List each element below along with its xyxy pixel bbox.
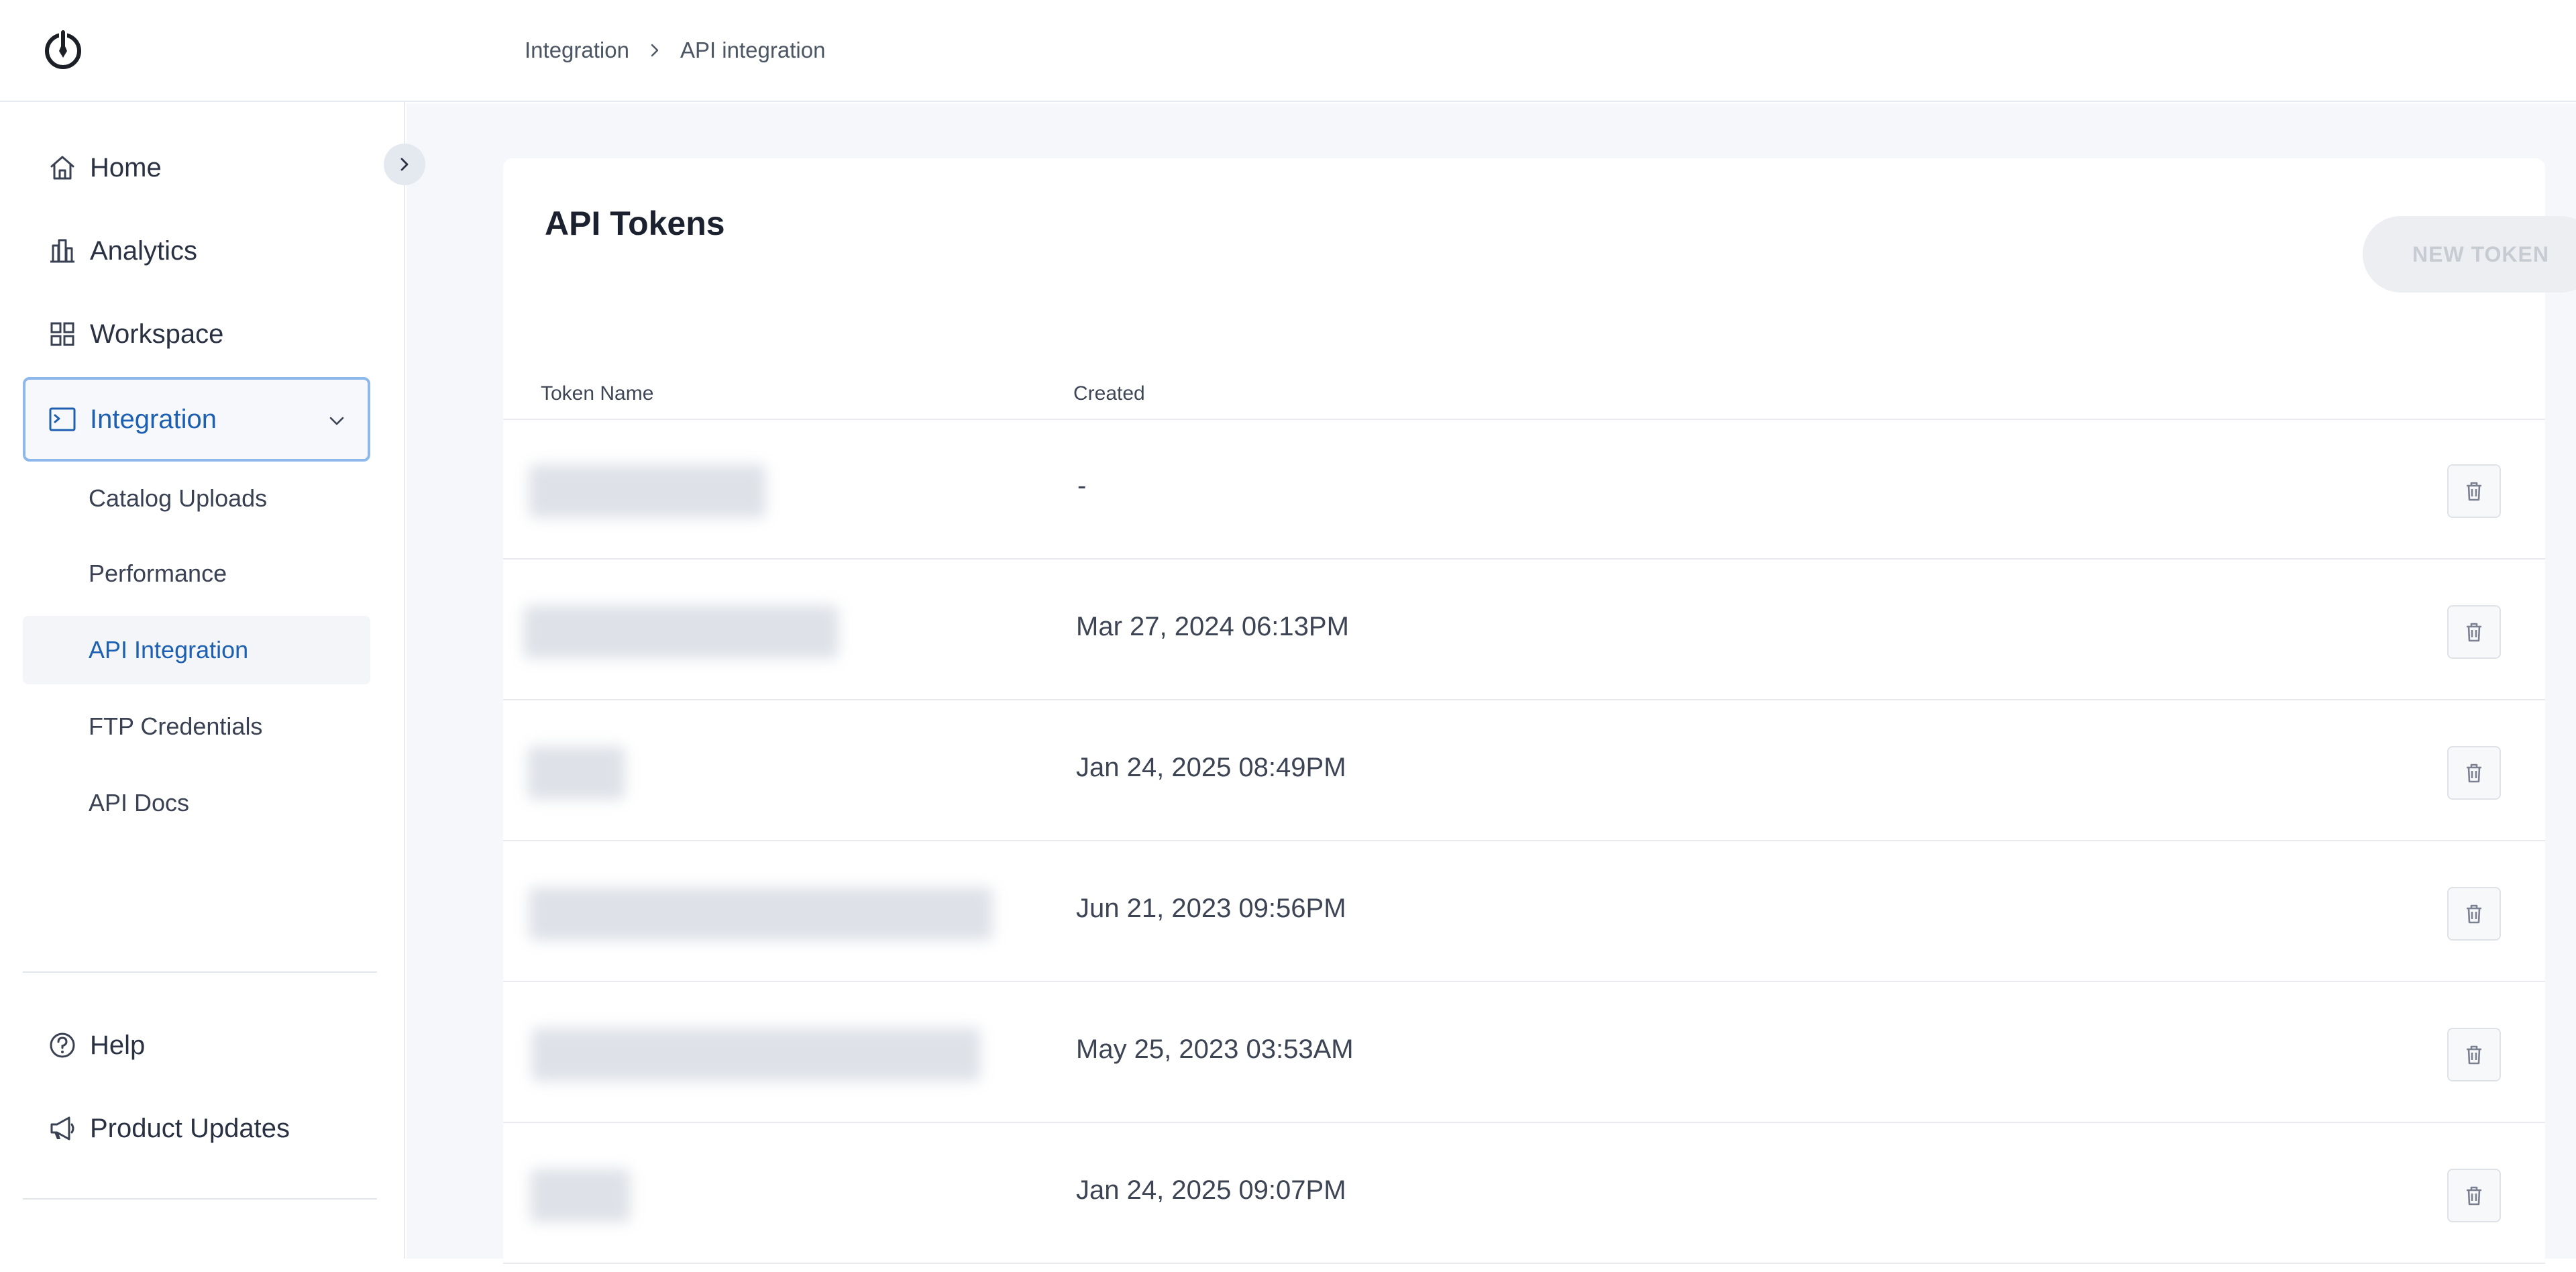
chevron-right-icon xyxy=(641,37,668,64)
token-name-redacted xyxy=(529,464,766,518)
delete-token-button[interactable] xyxy=(2447,1028,2501,1081)
api-tokens-card: API Tokens NEW TOKEN Token Name Created … xyxy=(503,158,2576,1272)
table-row: May 25, 2023 03:53AM xyxy=(503,984,2545,1123)
delete-token-button[interactable] xyxy=(2447,1169,2501,1222)
trash-icon xyxy=(2462,761,2486,785)
page-title: API Tokens xyxy=(545,205,725,242)
table-row: Jan 24, 2025 09:07PM xyxy=(503,1124,2545,1264)
chevron-down-icon xyxy=(323,408,350,435)
sidebar-item-integration[interactable]: Integration xyxy=(23,377,370,462)
trash-icon xyxy=(2462,1183,2486,1208)
created-date: May 25, 2023 03:53AM xyxy=(1076,1035,1354,1064)
breadcrumb-api-integration: API integration xyxy=(680,38,826,62)
sidebar-item-label: Help xyxy=(90,1030,146,1060)
new-token-button[interactable]: NEW TOKEN xyxy=(2363,216,2576,293)
sidebar-subitem-label: FTP Credentials xyxy=(89,712,263,740)
chevron-right-icon xyxy=(396,156,413,173)
sidebar-subitem-label: Performance xyxy=(89,560,227,587)
column-header-created: Created xyxy=(1073,382,1145,405)
token-name-redacted xyxy=(523,605,839,659)
sidebar-item-label: Workspace xyxy=(90,319,224,349)
sidebar-item-home[interactable]: Home xyxy=(23,129,370,207)
home-icon xyxy=(47,152,78,183)
sidebar-subitem-performance[interactable]: Performance xyxy=(23,539,370,608)
created-date: Mar 27, 2024 06:13PM xyxy=(1076,612,1349,641)
sidebar-subitem-label: Catalog Uploads xyxy=(89,484,268,512)
created-date: - xyxy=(1077,471,1087,500)
sidebar-item-label: Product Updates xyxy=(90,1113,290,1143)
breadcrumb: Integration API integration xyxy=(525,34,825,67)
sidebar-item-workspace[interactable]: Workspace xyxy=(23,295,370,373)
main-content: API Tokens NEW TOKEN Token Name Created … xyxy=(407,103,2576,1272)
delete-token-button[interactable] xyxy=(2447,605,2501,659)
sidebar-subitem-api-integration[interactable]: API Integration xyxy=(23,616,370,684)
table-row: Jun 21, 2023 09:56PM xyxy=(503,843,2545,982)
sidebar-item-analytics[interactable]: Analytics xyxy=(23,212,370,290)
sidebar-item-product-updates[interactable]: Product Updates xyxy=(23,1090,370,1167)
help-icon xyxy=(47,1030,78,1061)
table-row: Jan 24, 2025 08:49PM xyxy=(503,702,2545,841)
trash-icon xyxy=(2462,620,2486,644)
sidebar-item-label: Analytics xyxy=(90,235,198,266)
trash-icon xyxy=(2462,479,2486,503)
sidebar-collapse-button[interactable] xyxy=(384,144,425,185)
trash-icon xyxy=(2462,902,2486,926)
power-logo-icon[interactable] xyxy=(42,28,85,71)
created-date: Jun 21, 2023 09:56PM xyxy=(1076,894,1346,923)
token-name-redacted xyxy=(527,746,625,800)
sidebar-divider xyxy=(23,971,377,973)
trash-icon xyxy=(2462,1043,2486,1067)
sidebar-item-label: Integration xyxy=(90,404,217,434)
sidebar-subitem-label: API Integration xyxy=(89,636,249,664)
delete-token-button[interactable] xyxy=(2447,887,2501,941)
top-header: Integration API integration xyxy=(0,0,2576,102)
sidebar-divider xyxy=(23,1198,377,1200)
created-date: Jan 24, 2025 08:49PM xyxy=(1076,753,1346,782)
token-name-redacted xyxy=(531,1028,981,1081)
sidebar-subitem-api-docs[interactable]: API Docs xyxy=(23,769,370,837)
sidebar-item-label: Home xyxy=(90,152,162,182)
table-row: - xyxy=(503,420,2545,560)
token-name-redacted xyxy=(530,1169,631,1222)
token-name-redacted xyxy=(529,887,993,941)
sidebar-item-help[interactable]: Help xyxy=(23,1006,370,1084)
delete-token-button[interactable] xyxy=(2447,746,2501,800)
integration-icon xyxy=(47,404,78,435)
delete-token-button[interactable] xyxy=(2447,464,2501,518)
sidebar-subitem-catalog-uploads[interactable]: Catalog Uploads xyxy=(23,464,370,533)
sidebar-subitem-ftp-credentials[interactable]: FTP Credentials xyxy=(23,692,370,761)
sidebar-subitem-label: API Docs xyxy=(89,789,190,816)
column-header-token-name: Token Name xyxy=(541,382,654,405)
megaphone-icon xyxy=(47,1113,78,1144)
analytics-icon xyxy=(47,235,78,266)
created-date: Jan 24, 2025 09:07PM xyxy=(1076,1175,1346,1205)
table-row: Mar 27, 2024 06:13PM xyxy=(503,561,2545,700)
workspace-icon xyxy=(47,319,78,350)
breadcrumb-integration[interactable]: Integration xyxy=(525,38,629,63)
